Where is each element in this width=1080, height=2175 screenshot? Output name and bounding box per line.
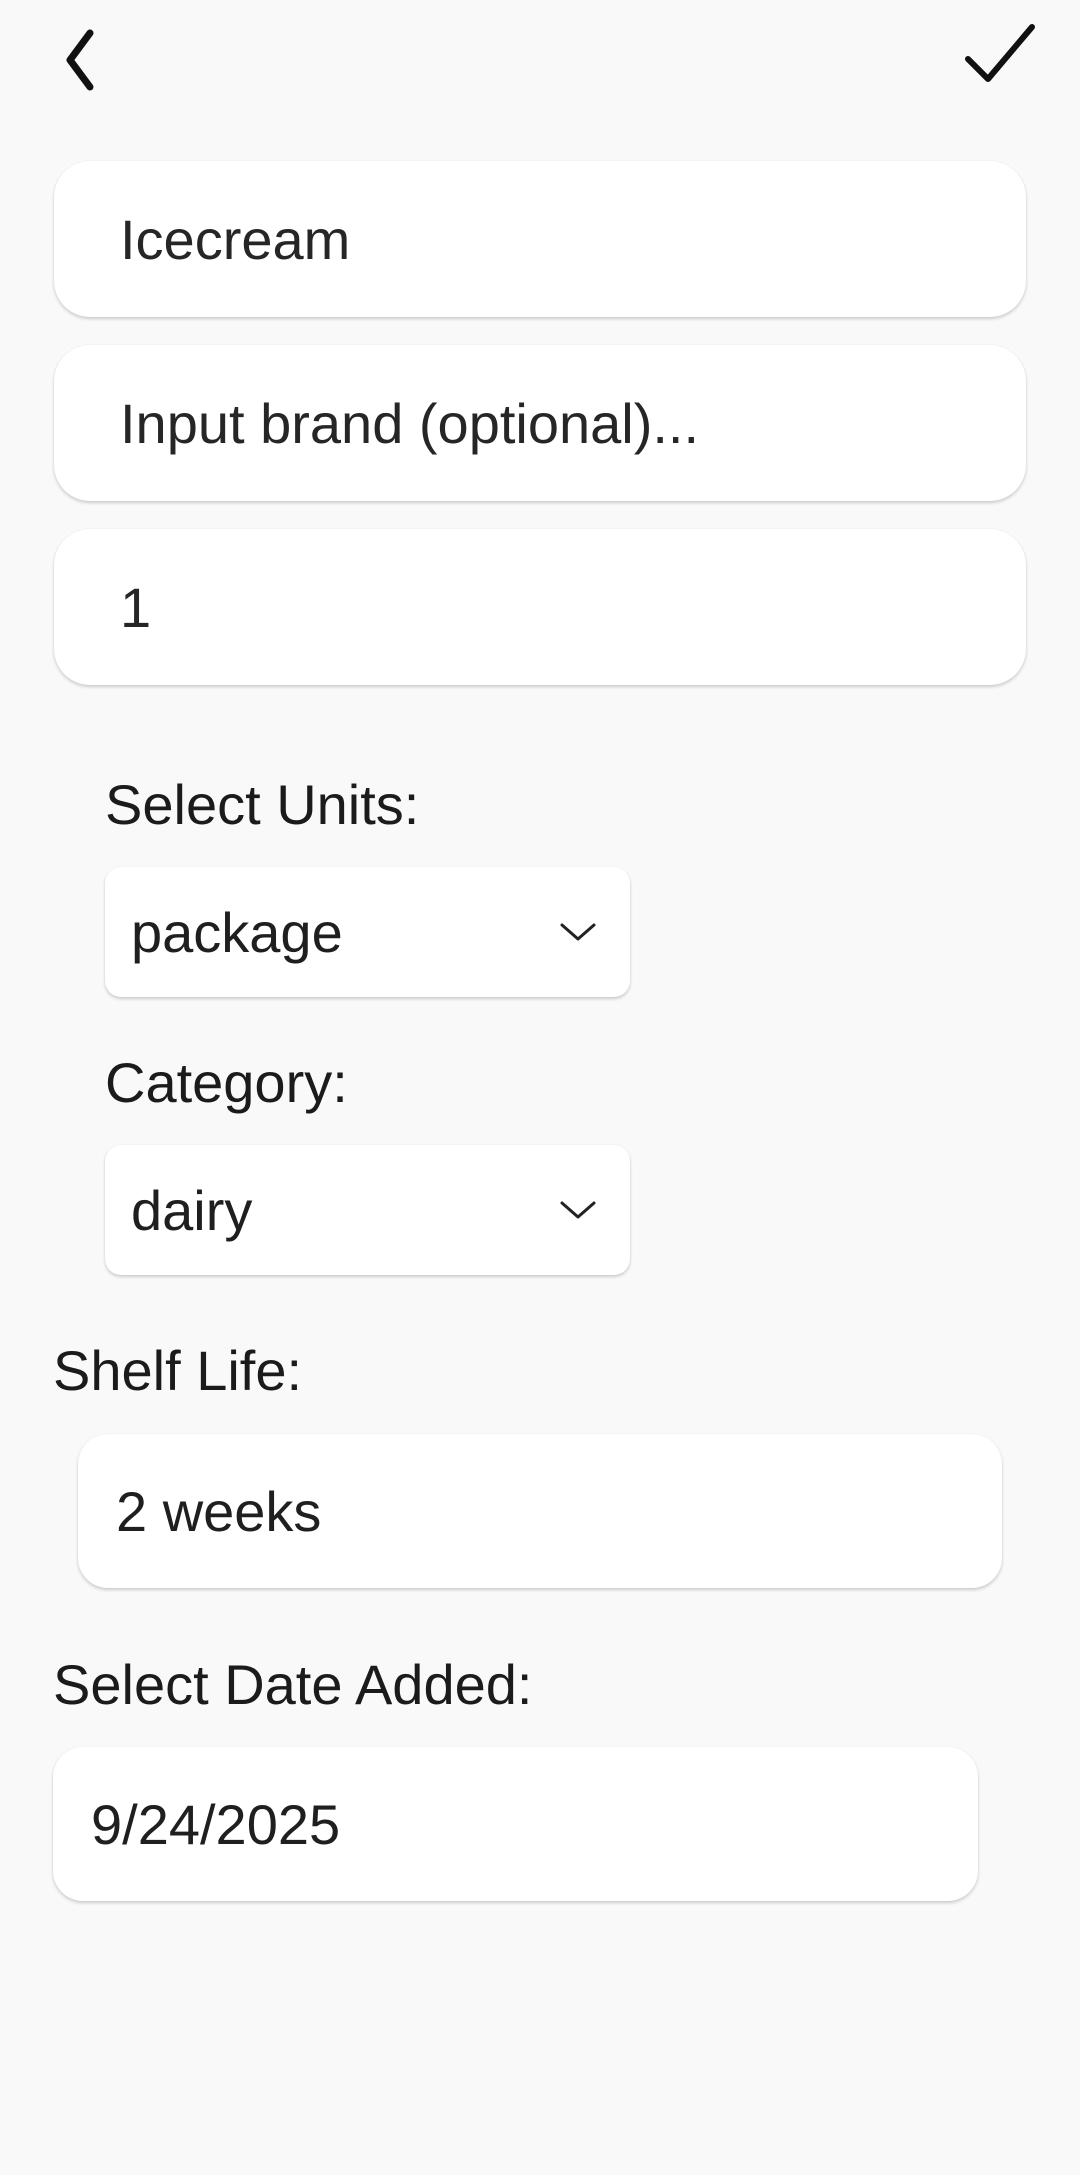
category-dropdown[interactable]: dairy [105,1145,630,1275]
units-dropdown[interactable]: package [105,867,630,997]
chevron-down-icon [560,923,596,941]
date-added-picker[interactable]: 9/24/2025 [53,1747,978,1901]
shelf-life-value: 2 weeks [116,1479,322,1543]
category-selected-value: dairy [131,1178,253,1242]
shelf-life-input[interactable]: 2 weeks [78,1434,1002,1588]
category-label: Category: [105,1051,348,1114]
back-button[interactable] [35,10,125,100]
chevron-down-icon [560,1201,596,1219]
chevron-left-icon [66,29,94,91]
shelf-life-label: Shelf Life: [53,1339,303,1402]
top-app-bar [0,0,1080,120]
date-added-value: 9/24/2025 [91,1792,341,1856]
item-name-value: Icecream [120,207,351,271]
quantity-input[interactable]: 1 [54,529,1026,685]
units-label: Select Units: [105,773,420,836]
item-name-input[interactable]: Icecream [54,161,1026,317]
confirm-button[interactable] [955,10,1045,100]
brand-input[interactable]: Input brand (optional)... [54,345,1026,501]
quantity-value: 1 [120,575,152,639]
checkmark-icon [965,24,1035,82]
date-added-label: Select Date Added: [53,1653,533,1716]
units-selected-value: package [131,900,343,964]
brand-placeholder: Input brand (optional)... [120,391,700,455]
